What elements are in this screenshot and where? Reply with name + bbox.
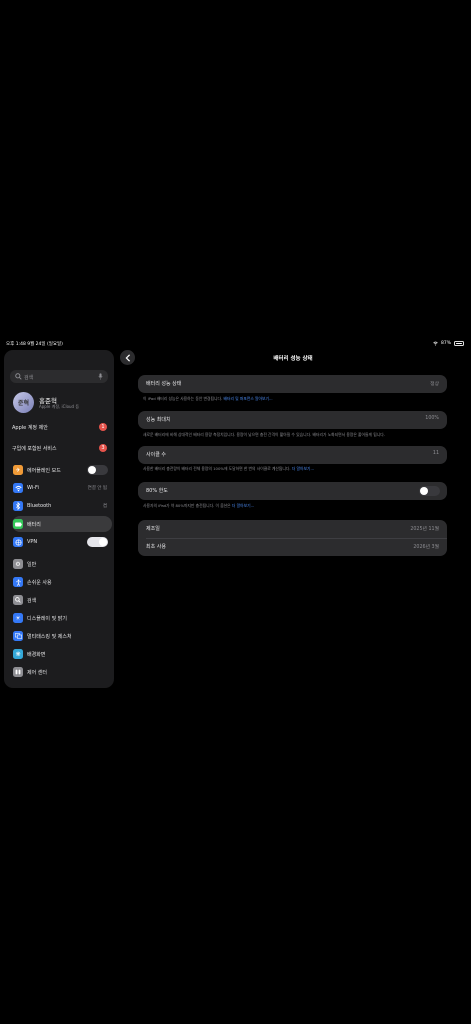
learn-more-link[interactable]: 더 알아보기... [292,466,314,471]
control-center-icon [13,667,23,677]
limit-80-label: 80% 한도 [146,488,168,494]
search-icon [15,373,22,380]
sidebar-item-account-suggestions[interactable]: Apple 계정 제안 1 [12,419,110,435]
display-icon: ☀ [13,613,23,623]
first-use-row: 최초 사용 2026년 3월 [138,538,447,556]
footnote-text: 사용자의 iPad가 약 80%까지만 충전됩니다. 이 옵션은 [143,503,231,508]
vpn-icon [13,537,23,547]
avatar: 준혁 [13,392,34,413]
cycle-count-label: 사이클 수 [146,452,166,458]
sidebar-item-label: 구입에 포함된 서비스 [12,446,57,452]
status-bar: 오후 1:48 9월 24일 (일요일) 87% [0,336,471,350]
learn-more-link[interactable]: 더 알아보기... [232,503,254,508]
bluetooth-status-value: 켬 [102,504,107,509]
sidebar-item-label: Apple 계정 제안 [12,425,48,431]
search-placeholder: 검색 [24,375,34,381]
cycle-count-footnote: 사용한 배터리 충전량이 배터리 전체 용량의 100%에 도달하면 한 번의 … [143,466,443,472]
sidebar-item-wallpaper[interactable]: ❋ 배경화면 [12,646,110,662]
airplane-icon: ✈ [13,465,23,475]
sidebar-item-accessibility[interactable]: 손쉬운 사용 [12,574,110,590]
sidebar-item-label: Wi-Fi [27,485,39,491]
battery-health-value: 정상 [430,382,439,387]
accessibility-icon [13,577,23,587]
sidebar-item-search[interactable]: 검색 [12,592,110,608]
limit-80-row[interactable]: 80% 한도 [138,482,447,500]
battery-health-row[interactable]: 배터리 성능 상태 정상 [138,375,447,393]
toggle-knob [88,466,96,474]
status-indicators: 87% [433,341,464,346]
sidebar-item-label: VPN [27,539,38,545]
toggle-knob [420,487,428,495]
sidebar-item-battery[interactable]: 배터리 [12,516,112,532]
cycle-count-value: 11 [432,451,439,456]
manufacture-date-row: 제조일 2025년 11월 [138,520,447,538]
cycle-count-row: 사이클 수 11 [138,446,447,464]
wifi-icon [13,483,23,493]
sidebar-item-label: Bluetooth [27,503,52,509]
wifi-status-value: 연결 안 됨 [87,486,107,491]
status-time: 오후 1:48 9월 24일 (일요일) [6,342,63,347]
sidebar-item-control-center[interactable]: 제어 센터 [12,664,110,680]
gear-icon: ⚙ [13,559,23,569]
sidebar-item-label: 배터리 [27,522,41,528]
learn-more-link[interactable]: 배터리 및 퍼포먼스 알아보기... [223,396,272,401]
manufacture-date-label: 제조일 [146,526,160,532]
manufacture-date-value: 2025년 11월 [410,527,439,532]
sidebar-item-bluetooth[interactable]: Bluetooth 켬 [12,498,110,514]
notification-badge: 3 [99,444,107,452]
sidebar-item-label: 제어 센터 [27,670,47,676]
page-title: 배터리 성능 상태 [273,356,313,362]
vpn-toggle[interactable] [87,537,108,547]
chevron-left-icon [125,353,130,362]
max-capacity-row: 성능 최대치 100% [138,411,447,429]
battery-status-icon [454,341,464,346]
max-capacity-label: 성능 최대치 [146,417,171,423]
sidebar-item-label: 에어플레인 모드 [27,468,61,474]
sidebar-item-vpn[interactable]: VPN [12,534,110,550]
battery-health-label: 배터리 성능 상태 [146,381,182,387]
sidebar-item-included-services[interactable]: 구입에 포함된 서비스 3 [12,440,110,456]
profile-row[interactable]: 준혁 홍준혁 Apple 계정, iCloud 등 [13,392,108,414]
battery-fill [455,342,462,345]
sidebar-item-label: 손쉬운 사용 [27,580,52,586]
battery-percent: 87% [440,341,451,346]
first-use-label: 최초 사용 [146,544,166,550]
wallpaper-icon: ❋ [13,649,23,659]
sidebar-item-display[interactable]: ☀ 디스플레이 및 밝기 [12,610,110,626]
limit-80-toggle[interactable] [419,486,440,496]
sidebar-item-label: 디스플레이 및 밝기 [27,616,67,622]
airplane-mode-toggle[interactable] [87,465,108,475]
microphone-icon[interactable] [98,373,103,380]
profile-subtitle: Apple 계정, iCloud 등 [39,404,80,409]
ipad-screen: 오후 1:48 9월 24일 (일요일) 87% 검색 준혁 홍준혁 Apple… [0,336,471,690]
wifi-status-icon [433,341,438,346]
bluetooth-icon [13,501,23,511]
footnote-text: 사용한 배터리 충전량이 배터리 전체 용량의 100%에 도달하면 한 번의 … [143,466,291,471]
back-button[interactable] [120,350,135,365]
max-capacity-footnote: 새로운 배터리에 비해 상대적인 배터리 용량 측정치입니다. 용량이 낮으면 … [143,432,385,437]
sidebar-item-multitasking[interactable]: 멀티태스킹 및 제스처 [12,628,110,644]
settings-sidebar: 검색 준혁 홍준혁 Apple 계정, iCloud 등 Apple 계정 제안… [4,350,114,688]
battery-icon [13,519,23,529]
first-use-value: 2026년 3월 [413,545,439,550]
search-input[interactable]: 검색 [10,370,108,383]
multitasking-icon [13,631,23,641]
notification-badge: 1 [99,423,107,431]
sidebar-item-wifi[interactable]: Wi-Fi 연결 안 됨 [12,480,110,496]
sidebar-item-label: 검색 [27,598,37,604]
sidebar-item-general[interactable]: ⚙ 일반 [12,556,110,572]
limit-80-footnote: 사용자의 iPad가 약 80%까지만 충전됩니다. 이 옵션은 더 알아보기.… [143,503,443,509]
toggle-knob [99,538,107,546]
search-icon [13,595,23,605]
footnote-text: 이 iPad 배터리 성능은 사용하는 동안 변경됩니다. [143,396,223,401]
sidebar-item-label: 멀티태스킹 및 제스처 [27,634,72,640]
max-capacity-value: 100% [425,416,439,421]
sidebar-item-airplane-mode[interactable]: ✈ 에어플레인 모드 [12,462,110,478]
battery-info-group: 제조일 2025년 11월 최초 사용 2026년 3월 [138,520,447,556]
sidebar-item-label: 일반 [27,562,37,568]
sidebar-item-label: 배경화면 [27,652,46,658]
battery-health-footnote: 이 iPad 배터리 성능은 사용하는 동안 변경됩니다. 배터리 및 퍼포먼스… [143,396,443,402]
